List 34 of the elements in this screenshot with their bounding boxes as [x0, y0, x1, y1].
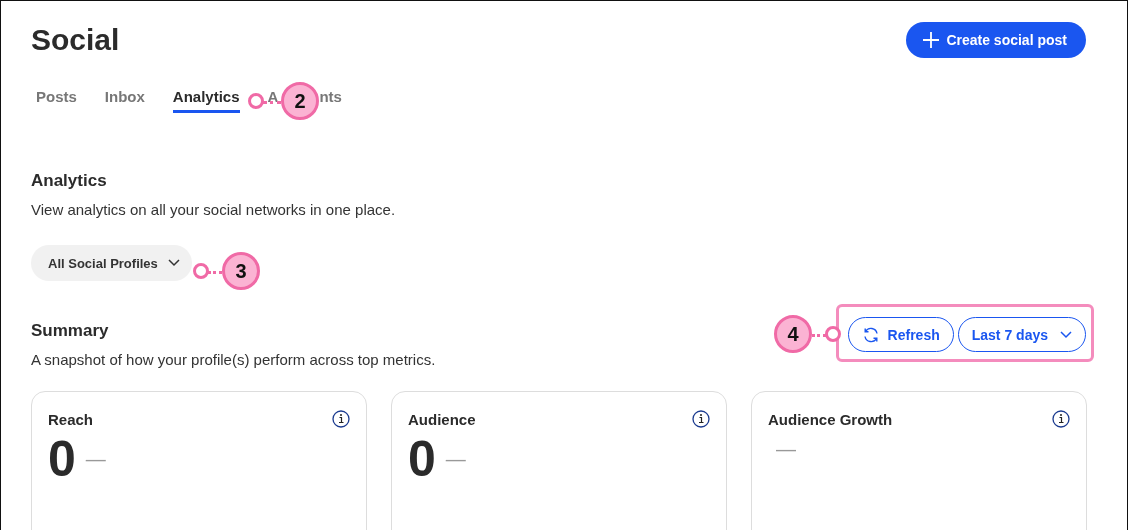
section-description: View analytics on all your social networks in one place. [31, 201, 397, 218]
plus-icon [922, 31, 941, 49]
metric-value: 0 [408, 432, 436, 487]
profile-dropdown[interactable]: All Social Profiles [31, 245, 192, 281]
section-description: A snapshot of how your profile(s) perform across top metrics. [31, 351, 436, 368]
metric-change: — [445, 448, 466, 471]
tab[interactable]: nts [319, 81, 342, 113]
metric-change: — [776, 438, 796, 461]
metric-title: Audience Growth [768, 410, 893, 428]
refresh-button[interactable]: Refresh [847, 317, 954, 352]
date-range-dropdown[interactable]: Last 7 days [957, 317, 1086, 352]
callout-badge: 4 [774, 315, 812, 353]
metric-change: — [85, 448, 106, 471]
metric-value: 0 [48, 432, 76, 487]
info-icon[interactable] [332, 410, 350, 428]
info-icon[interactable] [692, 410, 710, 428]
create-post-button[interactable]: Create social post [906, 22, 1086, 58]
chevron-down-icon [1060, 330, 1072, 339]
page-title: Social [31, 23, 120, 57]
metric-title: Reach [48, 410, 94, 428]
callout-anchor [248, 93, 264, 109]
tab[interactable]: A [267, 81, 279, 113]
info-icon[interactable] [1052, 410, 1070, 428]
callout-anchor [825, 326, 841, 342]
tab[interactable]: Posts [36, 81, 77, 113]
callout-anchor [193, 263, 209, 279]
callout-badge: 3 [222, 252, 260, 290]
section-title: Analytics [31, 171, 108, 191]
callout-badge: 2 [281, 82, 319, 120]
tab[interactable]: Analytics [172, 81, 240, 113]
section-title: Summary [31, 321, 110, 341]
metric-title: Audience [408, 410, 476, 428]
chevron-down-icon [167, 259, 180, 267]
tab[interactable]: Inbox [104, 81, 145, 113]
